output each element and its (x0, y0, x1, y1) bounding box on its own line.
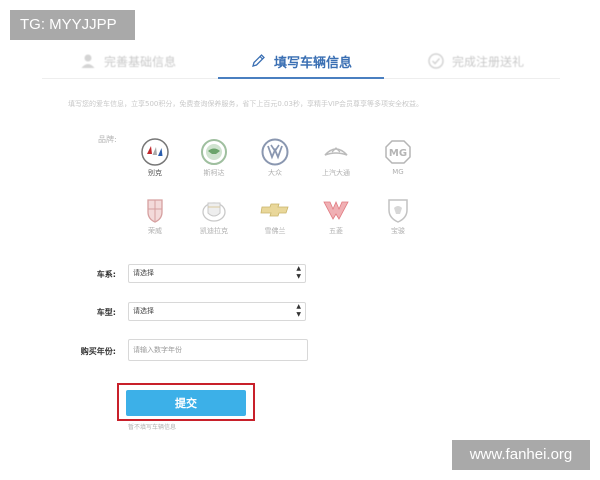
mg-logo-icon: MG (385, 140, 411, 164)
series-label: 车系: (96, 270, 116, 279)
model-select[interactable]: 请选择 ▲ ▼ (128, 302, 306, 321)
step-label: 填写车辆信息 (273, 55, 352, 71)
select-arrows-icon: ▲ ▼ (296, 265, 301, 280)
submit-button[interactable]: 提交 (126, 390, 246, 416)
year-input[interactable]: 请输入数字年份 (128, 339, 308, 361)
active-step-underline (218, 77, 384, 79)
brand-name: 五菱 (329, 227, 343, 235)
pencil-icon (252, 54, 265, 67)
brand-name: MG (392, 168, 404, 176)
brand-name: 雪佛兰 (264, 227, 286, 235)
brand-roewe[interactable]: 荣威 (133, 195, 177, 236)
cadillac-logo-icon (202, 202, 226, 222)
brand-name: 上汽大通 (322, 169, 350, 177)
brand-chevrolet[interactable]: 雪佛兰 (253, 195, 297, 236)
model-select-value: 请选择 (133, 307, 154, 315)
brand-name: 斯柯达 (203, 169, 225, 177)
model-label: 车型: (96, 308, 116, 317)
brand-name: 宝骏 (391, 227, 405, 235)
buick-logo-icon (141, 138, 169, 166)
step-finish[interactable]: 完成注册送礼 (428, 44, 524, 78)
skip-vehicle-info-link[interactable]: 暂不填写车辆信息 (128, 422, 176, 431)
brand-name: 凯迪拉克 (200, 227, 228, 235)
select-arrows-icon: ▲ ▼ (296, 303, 301, 318)
brand-name: 别克 (148, 169, 162, 177)
volkswagen-logo-icon (261, 138, 289, 166)
brand-baojun[interactable]: 宝骏 (376, 195, 420, 236)
brand-label: 品牌: (98, 135, 117, 144)
brand-buick[interactable]: 别克 (133, 137, 177, 178)
skoda-logo-icon (201, 139, 227, 165)
watermark-bottom: www.fanhei.org (452, 440, 590, 470)
brand-mg[interactable]: MG MG (376, 137, 420, 176)
brand-wuling[interactable]: 五菱 (314, 195, 358, 236)
brand-volkswagen[interactable]: 大众 (253, 137, 297, 178)
brand-saic-maxus[interactable]: 上汽大通 (314, 137, 358, 178)
step-label: 完成注册送礼 (452, 54, 525, 69)
svg-text:MG: MG (389, 148, 407, 159)
watermark-top: TG: MYYJJPP (10, 10, 135, 40)
year-input-placeholder: 请输入数字年份 (133, 346, 182, 354)
step-label: 完善基础信息 (104, 54, 177, 69)
roewe-logo-icon (147, 199, 163, 223)
brand-name: 大众 (268, 169, 282, 177)
step-basic-info[interactable]: 完善基础信息 (80, 44, 176, 78)
series-select-value: 请选择 (133, 269, 154, 277)
brand-name: 荣威 (148, 227, 162, 235)
year-label: 购买年份: (80, 347, 116, 356)
wuling-logo-icon (323, 200, 349, 220)
step-vehicle-info[interactable]: 填写车辆信息 (218, 44, 384, 78)
user-icon (81, 54, 95, 68)
brand-skoda[interactable]: 斯柯达 (192, 137, 236, 178)
check-circle-icon (428, 53, 444, 69)
chevrolet-bowtie-icon (260, 203, 289, 217)
notice-text: 填写您的爱车信息，立享500积分，免费查询保养服务，省下上百元0.03秒，享精手… (68, 100, 424, 108)
baojun-logo-icon (388, 199, 408, 223)
series-select[interactable]: 请选择 ▲ ▼ (128, 264, 306, 283)
brand-cadillac[interactable]: 凯迪拉克 (192, 195, 236, 236)
maxus-logo-icon (324, 147, 348, 156)
